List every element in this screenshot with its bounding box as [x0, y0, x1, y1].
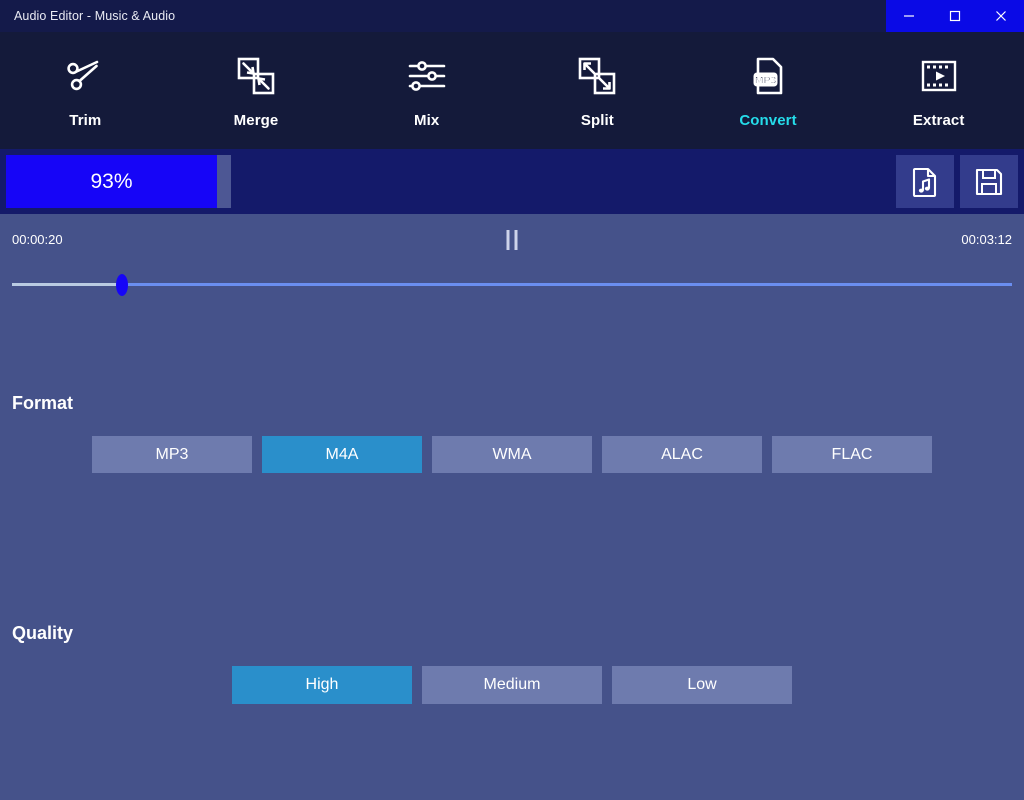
toolbar-label-merge: Merge [233, 111, 279, 129]
timeline-bar: 00:00:20 00:03:12 [0, 220, 1024, 265]
close-button[interactable] [978, 0, 1024, 32]
progress-fill: 93% [6, 155, 217, 208]
seek-slider[interactable] [0, 267, 1024, 301]
main-toolbar: Trim Merge Mix Split MP3 Convert Extract [0, 32, 1024, 149]
sliders-icon [405, 53, 449, 99]
quality-option-medium[interactable]: Medium [422, 666, 602, 704]
split-squares-icon [575, 53, 619, 99]
format-option-mp3[interactable]: MP3 [92, 436, 252, 473]
save-button[interactable] [960, 155, 1018, 208]
progress-strip: 93% [0, 149, 1024, 214]
toolbar-item-extract[interactable]: Extract [853, 32, 1024, 149]
minimize-button[interactable] [886, 0, 932, 32]
toolbar-label-extract: Extract [912, 111, 965, 129]
quality-option-low[interactable]: Low [612, 666, 792, 704]
progress-percent-label: 93% [90, 169, 133, 193]
format-option-m4a[interactable]: M4A [262, 436, 422, 473]
pause-icon-bar2 [514, 230, 518, 250]
pause-icon [506, 230, 510, 250]
format-section: Format MP3 M4A WMA ALAC FLAC [0, 393, 1024, 473]
music-file-icon [912, 167, 937, 197]
title-bar: Audio Editor - Music & Audio [0, 0, 1024, 32]
save-floppy-icon [975, 168, 1003, 195]
pause-button[interactable] [506, 230, 518, 250]
progress-knob[interactable] [217, 155, 231, 208]
toolbar-label-mix: Mix [414, 111, 440, 129]
format-option-flac[interactable]: FLAC [772, 436, 932, 473]
format-title: Format [12, 393, 74, 413]
seek-track-remaining [122, 283, 1012, 286]
scissors-icon [63, 53, 107, 99]
format-option-alac[interactable]: ALAC [602, 436, 762, 473]
maximize-icon [949, 10, 961, 22]
quality-options: High Medium Low [0, 666, 1024, 704]
toolbar-item-merge[interactable]: Merge [171, 32, 342, 149]
window-controls [886, 0, 1024, 32]
current-time-label: 00:00:20 [12, 232, 63, 247]
seek-track-filled [12, 283, 122, 286]
format-options: MP3 M4A WMA ALAC FLAC [0, 436, 1024, 473]
seek-thumb[interactable] [116, 274, 128, 296]
toolbar-item-trim[interactable]: Trim [0, 32, 171, 149]
quality-section: Quality High Medium Low [0, 623, 1024, 704]
svg-text:MP3: MP3 [755, 74, 777, 86]
strip-buttons [896, 155, 1018, 208]
close-icon [996, 11, 1006, 21]
maximize-button[interactable] [932, 0, 978, 32]
minimize-icon [904, 15, 914, 17]
mp3-file-icon: MP3 [746, 53, 790, 99]
total-time-label: 00:03:12 [961, 232, 1012, 247]
toolbar-label-convert: Convert [739, 111, 797, 129]
film-strip-icon [917, 53, 961, 99]
toolbar-item-split[interactable]: Split [512, 32, 683, 149]
toolbar-item-mix[interactable]: Mix [341, 32, 512, 149]
toolbar-label-split: Split [580, 111, 614, 129]
music-file-button[interactable] [896, 155, 954, 208]
toolbar-label-trim: Trim [69, 111, 102, 129]
progress-bar[interactable]: 93% [6, 155, 888, 208]
quality-option-high[interactable]: High [232, 666, 412, 704]
format-option-wma[interactable]: WMA [432, 436, 592, 473]
quality-title: Quality [12, 623, 74, 643]
toolbar-item-convert[interactable]: MP3 Convert [683, 32, 854, 149]
merge-squares-icon [234, 53, 278, 99]
window-title: Audio Editor - Music & Audio [14, 9, 176, 23]
